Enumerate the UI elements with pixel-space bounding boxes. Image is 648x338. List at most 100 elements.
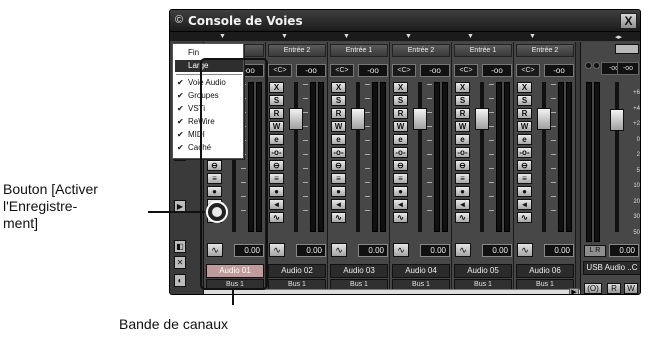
waveform-icon[interactable]: ∿ [331,243,347,257]
channel-button[interactable]: ● [393,186,408,197]
channel-button[interactable]: ● [517,186,532,197]
channel-fader[interactable] [537,108,551,130]
channel-pan[interactable]: <C> [454,64,478,77]
channel-button[interactable]: ⊖ [331,160,346,171]
master-name[interactable]: USB Audio ..C [583,261,640,275]
channel-button[interactable]: W [269,121,284,132]
left-panel-button[interactable]: ✕ [174,256,186,269]
waveform-icon[interactable]: ∿ [393,243,409,257]
master-top-button[interactable] [615,44,639,54]
channel-button[interactable]: ⊖ [455,160,470,171]
strip-arrow-icon[interactable]: ▼ [467,33,474,40]
channel-button[interactable]: -o- [393,147,408,158]
master-arrow-icon[interactable]: ◂▸ [615,33,622,41]
channel-volume[interactable]: 0.00 [296,244,326,257]
channel-button[interactable]: ≡ [331,173,346,184]
channel-button[interactable]: ◄ [517,199,532,210]
channel-button[interactable]: ⊖ [517,160,532,171]
channel-button[interactable]: S [393,95,408,106]
channel-button[interactable]: ⊖ [269,160,284,171]
channel-button[interactable]: S [331,95,346,106]
channel-button[interactable]: -o- [331,147,346,158]
channel-button[interactable]: ◄ [269,199,284,210]
channel-button[interactable]: ◄ [331,199,346,210]
channel-button[interactable]: ● [269,186,284,197]
channel-button[interactable]: ≡ [269,173,284,184]
channel-button[interactable]: e [393,134,408,145]
channel-volume[interactable]: 0.00 [482,244,512,257]
channel-fader[interactable] [413,108,427,130]
channel-button[interactable]: ● [455,186,470,197]
channel-button[interactable]: ∿ [393,212,408,223]
record-button-icon[interactable] [212,207,222,217]
close-button[interactable]: X [620,13,637,29]
channel-button[interactable]: R [517,108,532,119]
channel-fader[interactable] [289,108,303,130]
strip-arrow-icon[interactable]: ▼ [281,33,288,40]
channel-volume[interactable]: 0.00 [358,244,388,257]
channel-button[interactable]: W [517,121,532,132]
left-panel-button[interactable]: ◧ [174,240,186,253]
channel-button[interactable]: ● [331,186,346,197]
channel-button[interactable]: e [269,134,284,145]
channel-button[interactable]: X [269,82,284,93]
channel-name[interactable]: Audio 05 [454,264,512,278]
waveform-icon[interactable]: ∿ [269,243,285,257]
master-volume[interactable]: 0.00 [609,244,639,257]
channel-button[interactable]: ◄ [455,199,470,210]
channel-button[interactable]: R [455,108,470,119]
master-button-a[interactable]: (O) [584,283,602,294]
waveform-icon[interactable]: ∿ [455,243,471,257]
master-button-w[interactable]: W [624,283,638,294]
channel-button[interactable]: e [455,134,470,145]
channel-button[interactable]: S [517,95,532,106]
channel-button[interactable]: ⊖ [393,160,408,171]
channel-volume[interactable]: 0.00 [420,244,450,257]
strip-arrow-icon[interactable]: ▼ [529,33,536,40]
channel-name[interactable]: Audio 02 [268,264,326,278]
channel-pan[interactable]: <C> [392,64,416,77]
channel-button[interactable]: ≡ [517,173,532,184]
channel-button[interactable]: W [331,121,346,132]
channel-button[interactable]: W [393,121,408,132]
channel-button[interactable]: X [393,82,408,93]
channel-pan[interactable]: <C> [330,64,354,77]
waveform-icon[interactable]: ∿ [517,243,533,257]
channel-fader[interactable] [351,108,365,130]
channel-input[interactable]: Entrée 2 [268,44,326,57]
channel-name[interactable]: Audio 04 [392,264,450,278]
channel-button[interactable]: R [393,108,408,119]
strip-arrow-icon[interactable]: ▼ [405,33,412,40]
channel-button[interactable]: R [269,108,284,119]
channel-name[interactable]: Audio 06 [516,264,574,278]
channel-button[interactable]: -o- [269,147,284,158]
channel-button[interactable]: -o- [455,147,470,158]
channel-input[interactable]: Entrée 1 [330,44,388,57]
channel-button[interactable]: W [455,121,470,132]
strip-arrow-icon[interactable]: ▼ [343,33,350,40]
master-button-r[interactable]: R [607,283,621,294]
channel-volume[interactable]: 0.00 [544,244,574,257]
channel-button[interactable]: ◄ [393,199,408,210]
channel-button[interactable]: ∿ [331,212,346,223]
strip-arrow-icon[interactable]: ▼ [219,33,226,40]
channel-fader[interactable] [475,108,489,130]
channel-input[interactable]: Entrée 1 [454,44,512,57]
channel-button[interactable]: X [455,82,470,93]
channel-button[interactable]: ∿ [455,212,470,223]
channel-button[interactable]: e [517,134,532,145]
channel-button[interactable]: S [269,95,284,106]
master-fader[interactable] [610,109,624,131]
channel-input[interactable]: Entrée 2 [516,44,574,57]
channel-name[interactable]: Audio 03 [330,264,388,278]
channel-button[interactable]: ∿ [269,212,284,223]
channel-button[interactable]: ∿ [517,212,532,223]
channel-button[interactable]: S [455,95,470,106]
scroll-right-icon[interactable]: ▶ [569,288,579,294]
channel-button[interactable]: X [331,82,346,93]
channel-button[interactable]: -o- [517,147,532,158]
channel-pan[interactable]: <C> [516,64,540,77]
channel-button[interactable]: X [517,82,532,93]
channel-button[interactable]: e [331,134,346,145]
master-lr[interactable]: L R [584,245,606,257]
